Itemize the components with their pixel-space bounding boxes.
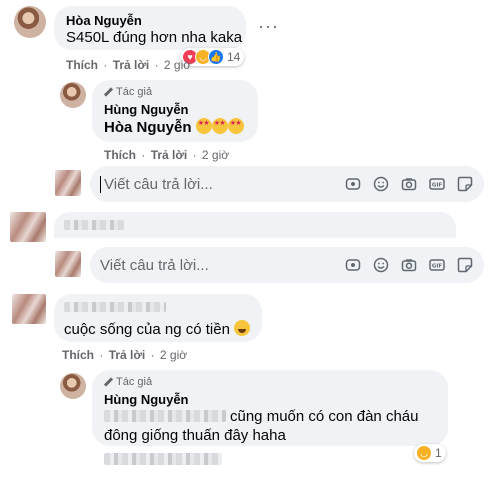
gif-icon[interactable]: GIF [428,256,446,274]
author-badge: Tác giả [104,376,152,388]
star-eyes-emoji-icon [211,118,228,134]
camera-icon[interactable] [400,256,418,274]
mention[interactable]: Hòa Nguyễn [104,119,192,136]
like-link[interactable]: Thích [104,148,136,162]
timestamp[interactable]: 2 giờ [202,148,229,162]
timestamp[interactable]: 2 giờ [160,348,187,362]
reply-bubble: Tác giả Hùng Nguyễn Hòa Nguyễn [92,80,258,142]
avatar[interactable] [60,82,86,108]
comment-author[interactable]: Hòa Nguyễn [66,13,142,28]
svg-text:GIF: GIF [432,183,443,189]
avatar-sticker-icon[interactable] [344,175,362,193]
reply-actions: Thích · Trả lời · 2 giờ [104,148,230,162]
comment-text: S450L đúng hơn nha kaka [66,29,243,46]
avatar [12,294,46,324]
star-eyes-emoji-icon [227,118,244,134]
composer-tools: GIF [344,166,474,202]
blurred-author [64,220,124,230]
more-options-icon[interactable]: ··· [258,16,279,37]
haha-icon: ◡ [416,445,432,461]
gif-icon[interactable]: GIF [428,175,446,193]
avatar-sticker-icon[interactable] [344,256,362,274]
composer-tools: GIF [344,247,474,283]
reply-placeholder: Viết câu trả lời... [104,175,213,193]
reply-link[interactable]: Trả lời [113,58,150,72]
reaction-count: 14 [227,50,241,64]
comment-text: cuộc sống của ng có tiền [64,320,251,338]
like-link[interactable]: Thích [62,348,94,362]
reply-text-line1: cũng muốn có con đàn cháu [230,408,419,425]
comment-actions: Thích · Trả lời · 2 giờ [66,58,192,72]
star-eyes-emoji-icon [195,118,212,134]
avatar [10,212,46,242]
reply-author[interactable]: Hùng Nguyễn [104,392,189,407]
camera-icon[interactable] [400,175,418,193]
sticker-icon[interactable] [456,175,474,193]
comment-bubble: cuộc sống của ng có tiền [54,294,262,342]
text-caret [100,175,101,193]
pencil-icon [104,378,113,387]
reply-author[interactable]: Hùng Nguyễn [104,102,189,117]
reply-input[interactable]: Viết câu trả lời... GIF [90,247,484,283]
blurred-reply-actions [104,452,222,470]
reply-bubble: Tác giả Hùng Nguyễn cũng muốn có con đàn… [92,370,448,446]
avatar[interactable] [60,373,86,399]
avatar [55,251,81,277]
reaction-summary[interactable]: ◡ 1 [414,444,446,462]
blurred-mention [104,410,226,422]
comment-bubble [54,212,456,238]
like-icon: 👍 [208,49,224,65]
avatar[interactable] [14,6,46,38]
smile-emoji-icon [234,320,251,336]
comment-bubble: Hòa Nguyễn S450L đúng hơn nha kaka [54,6,246,50]
reply-text: Hòa Nguyễn [104,118,244,136]
emoji-icon[interactable] [372,175,390,193]
pencil-icon [104,88,113,97]
timestamp[interactable]: 2 giờ [164,58,191,72]
emoji-icon[interactable] [372,256,390,274]
reply-placeholder: Viết câu trả lời... [100,256,209,274]
reply-input[interactable]: Viết câu trả lời... GIF [90,166,484,202]
reaction-count: 1 [435,446,442,460]
reply-link[interactable]: Trả lời [151,148,188,162]
reply-link[interactable]: Trả lời [109,348,146,362]
sticker-icon[interactable] [456,256,474,274]
like-link[interactable]: Thích [66,58,98,72]
blurred-author [64,302,166,312]
author-badge: Tác giả [104,86,152,98]
reply-text-line2: đông giống thuấn đây haha [104,427,286,444]
avatar [55,170,81,196]
svg-text:GIF: GIF [432,264,443,270]
comment-actions: Thích · Trả lời · 2 giờ [62,348,188,362]
